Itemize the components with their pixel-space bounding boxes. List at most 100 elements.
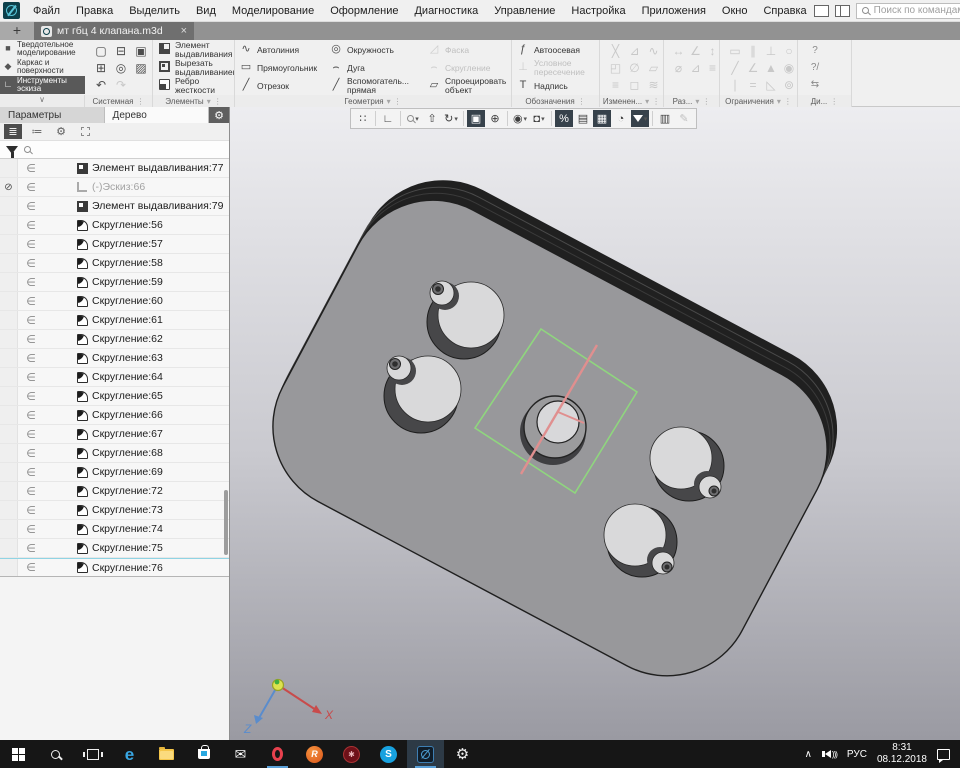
menu-вид[interactable]: Вид	[189, 2, 223, 20]
panel-settings-button[interactable]: ⚙	[209, 107, 229, 123]
hide-objects-button[interactable]: ◉▾	[511, 110, 529, 127]
grip-button[interactable]: ∷	[354, 110, 372, 127]
tree-item[interactable]: ∈Скругление:72	[0, 482, 229, 501]
tab-tree[interactable]: Дерево	[105, 107, 210, 123]
taskbar-mail[interactable]: ✉	[222, 740, 259, 768]
save-as-button[interactable]: ▨	[131, 59, 151, 76]
tree-item[interactable]: ∈Скругление:68	[0, 444, 229, 463]
orientation-button[interactable]: ⇧	[423, 110, 441, 127]
tree-item[interactable]: ∈Скругление:61	[0, 311, 229, 330]
protractor-button[interactable]: ◔	[612, 110, 630, 127]
redo-button[interactable]: ↷	[111, 76, 131, 93]
section-view-button[interactable]: ◘▾	[530, 110, 548, 127]
auto-axis-button[interactable]: ƒАвтоосевая	[516, 41, 599, 59]
taskbar-start[interactable]	[0, 740, 37, 768]
taskbar-task-view[interactable]	[74, 740, 111, 768]
tree-item[interactable]: ∈Скругление:75	[0, 539, 229, 558]
tree-item[interactable]: ∈Элемент выдавливания:77	[0, 159, 229, 178]
dropdown-arrow-icon[interactable]: ▾	[454, 115, 458, 123]
new-document-button[interactable]: ▢	[91, 42, 111, 59]
shaded-view-button[interactable]: ▣	[467, 110, 485, 127]
menu-управление[interactable]: Управление	[487, 2, 562, 20]
mode-button[interactable]: ◆Каркас и поверхности	[0, 58, 85, 76]
tab-parameters[interactable]: Параметры	[0, 107, 105, 123]
tree-item[interactable]: ∈Скругление:62	[0, 330, 229, 349]
taskbar-store[interactable]	[185, 740, 222, 768]
undo-button[interactable]: ↶	[91, 76, 111, 93]
tree-order-view-button[interactable]: ≔	[28, 124, 46, 139]
open-document-button[interactable]: ⊟	[111, 42, 131, 59]
tree-item[interactable]: ∈Скругление:67	[0, 425, 229, 444]
menu-правка[interactable]: Правка	[69, 2, 120, 20]
construction-line-button[interactable]: ╱Вспомогатель... прямая	[329, 77, 427, 95]
model-viewport[interactable]: ∷∟▾⇧↻▾▣⊕◉▾◘▾%▤▦◔▾▥✎	[230, 107, 960, 740]
menu-файл[interactable]: Файл	[26, 2, 67, 20]
circle-button[interactable]: ◎Окружность	[329, 41, 427, 59]
menu-моделирование[interactable]: Моделирование	[225, 2, 321, 20]
tree-search[interactable]	[24, 143, 229, 157]
tree-item[interactable]: ∈Скругление:63	[0, 349, 229, 368]
tree-item[interactable]: ∈Скругление:58	[0, 254, 229, 273]
menu-диагностика[interactable]: Диагностика	[407, 2, 485, 20]
clipboard-button[interactable]: ▤	[574, 110, 592, 127]
tray-expand-icon[interactable]: ∧	[805, 749, 812, 760]
taskbar-search[interactable]	[37, 740, 74, 768]
volume-icon[interactable]: )))	[822, 750, 837, 759]
clock[interactable]: 8:31 08.12.2018	[877, 742, 927, 767]
save-button[interactable]: ▣	[131, 42, 151, 59]
print-button[interactable]: ⊞	[91, 59, 111, 76]
menu-настройка[interactable]: Настройка	[564, 2, 632, 20]
tree-item[interactable]: ∈Скругление:73	[0, 501, 229, 520]
layers-button[interactable]: ▦	[593, 110, 611, 127]
taskbar-opera[interactable]	[259, 740, 296, 768]
language-indicator[interactable]: РУС	[847, 749, 867, 760]
tree-item[interactable]: ∈Скругление:65	[0, 387, 229, 406]
segment-button[interactable]: ╱Отрезок	[239, 77, 329, 95]
tree-item[interactable]: ∈Скругление:60	[0, 292, 229, 311]
command-search[interactable]	[856, 3, 960, 19]
taskbar-r-darkred[interactable]: ✱	[333, 740, 370, 768]
taskbar-skype[interactable]: S	[370, 740, 407, 768]
tree-item[interactable]: ⊘∈(-)Эскиз:66	[0, 178, 229, 197]
rectangle-button[interactable]: ▭Прямоугольник	[239, 59, 329, 77]
menu-окно[interactable]: Окно	[715, 2, 755, 20]
properties-columns-button[interactable]: ▥	[656, 110, 674, 127]
dropdown-arrow-icon[interactable]: ▾	[524, 115, 528, 123]
taskbar-kompas[interactable]	[407, 740, 444, 768]
scrollbar-thumb[interactable]	[224, 490, 228, 555]
text-label-button[interactable]: TНадпись	[516, 77, 599, 95]
rotate-button[interactable]: ↻▾	[442, 110, 460, 127]
mode-button[interactable]: ∟Инструменты эскиза	[0, 76, 85, 94]
dropdown-arrow-icon[interactable]: ▾	[415, 115, 419, 123]
tree-search-input[interactable]	[35, 144, 229, 155]
tree-structure-view-button[interactable]: ≣	[4, 124, 22, 139]
taskbar-r-orange[interactable]: R	[296, 740, 333, 768]
autoline-button[interactable]: ∿Автолиния	[239, 41, 329, 59]
menu-оформление[interactable]: Оформление	[323, 2, 405, 20]
print-preview-button[interactable]: ◎	[111, 59, 131, 76]
zoom-button[interactable]: ▾	[404, 110, 422, 127]
mode-button[interactable]: ■Твердотельное моделирование	[0, 40, 85, 58]
model-canvas[interactable]: X Z	[230, 107, 960, 740]
filter-icon[interactable]	[6, 146, 18, 154]
extrude-button[interactable]: Элемент выдавливания	[157, 41, 234, 59]
tree-item[interactable]: ∈Скругление:74	[0, 520, 229, 539]
tree-item[interactable]: ∈Скругление:59	[0, 273, 229, 292]
tree-item[interactable]: ∈Скругление:57	[0, 235, 229, 254]
tree-item[interactable]: ∈Скругление:66	[0, 406, 229, 425]
project-object-button[interactable]: ▱Спроецировать объект	[427, 77, 511, 95]
sketch-mode-button[interactable]: ∟	[379, 110, 397, 127]
dropdown-arrow-icon[interactable]: ▾	[541, 115, 545, 123]
command-search-input[interactable]	[874, 5, 960, 16]
tree-relations-view-button[interactable]: ⚙	[52, 124, 70, 139]
tree-item[interactable]: ∈Скругление:76	[0, 558, 229, 577]
filter-button[interactable]: ▾	[631, 110, 649, 127]
tree-item[interactable]: ∈Элемент выдавливания:79	[0, 197, 229, 216]
tree-scrollbar[interactable]	[222, 160, 228, 638]
tree-item[interactable]: ∈Скругление:56	[0, 216, 229, 235]
menu-справка[interactable]: Справка	[756, 2, 813, 20]
document-tab[interactable]: мт гбц 4 клапана.m3d ×	[34, 22, 194, 40]
new-document-tab-button[interactable]: +	[0, 22, 34, 40]
taskbar-edge[interactable]: e	[111, 740, 148, 768]
tree-item[interactable]: ∈Скругление:69	[0, 463, 229, 482]
